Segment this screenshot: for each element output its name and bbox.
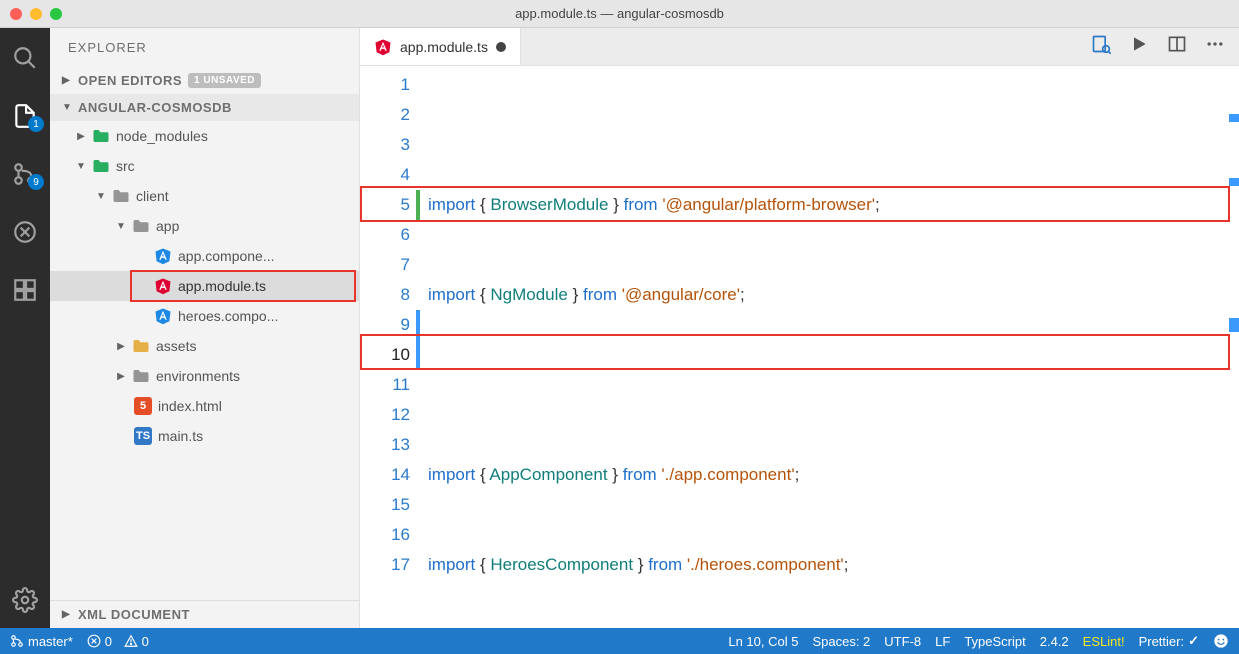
typescript-icon: TS [134,427,152,445]
warnings-count: 0 [142,634,149,649]
folder-icon [132,337,150,355]
tree-label: environments [156,368,240,384]
status-eol[interactable]: LF [935,634,950,649]
chevron-down-icon: ▼ [62,102,72,113]
scm-badge: 9 [28,174,44,190]
chevron-right-icon: ▶ [116,371,126,382]
folder-icon [132,217,150,235]
tree-node-modules[interactable]: ▶ node_modules [50,121,359,151]
more-actions-icon[interactable] [1205,34,1225,59]
tree-label: heroes.compo... [178,308,278,324]
chevron-down-icon: ▼ [116,221,126,232]
activity-bar: 1 9 [0,28,50,628]
status-branch[interactable]: master* [10,634,73,649]
check-icon: ✓ [1188,633,1199,649]
tree-heroes-component[interactable]: heroes.compo... [50,301,359,331]
project-label: ANGULAR-COSMOSDB [78,100,232,115]
tree-label: src [116,158,135,174]
angular-icon [154,307,172,325]
tree-label: assets [156,338,196,354]
editor-area: app.module.ts 1234 5678 9101112 13141516… [360,28,1239,628]
status-ts-version[interactable]: 2.4.2 [1040,634,1069,649]
chevron-right-icon: ▶ [116,341,126,352]
tree-app-component[interactable]: app.compone... [50,241,359,271]
angular-icon [154,247,172,265]
activity-settings[interactable] [0,580,50,620]
tree-label: main.ts [158,428,203,444]
status-encoding[interactable]: UTF-8 [884,634,921,649]
activity-scm[interactable]: 9 [0,154,50,194]
dirty-indicator-icon [496,42,506,52]
errors-count: 0 [105,634,112,649]
activity-debug[interactable] [0,212,50,252]
chevron-right-icon: ▶ [62,75,72,86]
code-content[interactable]: import { BrowserModule } from '@angular/… [420,66,1239,628]
tab-label: app.module.ts [400,39,488,55]
tree-label: index.html [158,398,222,414]
angular-icon [374,38,392,56]
run-icon[interactable] [1129,34,1149,59]
xml-doc-label: XML DOCUMENT [78,607,190,622]
code-editor[interactable]: 1234 5678 9101112 1314151617 import { Br… [360,66,1239,628]
tab-app-module[interactable]: app.module.ts [360,28,521,65]
folder-icon [112,187,130,205]
open-editors-section[interactable]: ▶ OPEN EDITORS 1 UNSAVED [50,67,359,94]
activity-search[interactable] [0,38,50,78]
status-eslint[interactable]: ESLint! [1083,634,1125,649]
html-icon: 5 [134,397,152,415]
tree-label: app.compone... [178,248,275,264]
explorer-sidebar: EXPLORER ▶ OPEN EDITORS 1 UNSAVED ▼ ANGU… [50,28,360,628]
tree-app-folder[interactable]: ▼ app [50,211,359,241]
chevron-down-icon: ▼ [96,191,106,202]
tree-index-html[interactable]: 5 index.html [50,391,359,421]
unsaved-badge: 1 UNSAVED [188,73,261,88]
tree-assets[interactable]: ▶ assets [50,331,359,361]
status-problems[interactable]: 0 0 [87,634,149,649]
tree-label: app [156,218,179,234]
xml-document-section[interactable]: ▶ XML DOCUMENT [50,600,359,628]
tree-label: node_modules [116,128,208,144]
sidebar-title: EXPLORER [50,28,359,67]
folder-icon [92,127,110,145]
diff-modified-marker [416,310,420,370]
status-language[interactable]: TypeScript [964,634,1025,649]
status-feedback[interactable] [1213,633,1229,649]
diff-added-marker [416,190,420,220]
folder-icon [92,157,110,175]
activity-extensions[interactable] [0,270,50,310]
overview-ruler[interactable] [1225,66,1239,628]
chevron-right-icon: ▶ [62,609,72,620]
titlebar: app.module.ts — angular-cosmosdb [0,0,1239,28]
line-gutter: 1234 5678 9101112 1314151617 [360,66,420,628]
find-in-file-icon[interactable] [1091,34,1111,59]
ruler-mark [1229,178,1239,186]
tree-label: client [136,188,169,204]
split-editor-icon[interactable] [1167,34,1187,59]
tree-client[interactable]: ▼ client [50,181,359,211]
angular-icon [154,277,172,295]
tree-app-module[interactable]: app.module.ts [50,271,359,301]
ruler-mark [1229,114,1239,122]
tree-environments[interactable]: ▶ environments [50,361,359,391]
status-prettier[interactable]: Prettier: ✓ [1139,633,1199,649]
ruler-mark [1229,318,1239,332]
chevron-down-icon: ▼ [76,161,86,172]
file-tree: ▶ node_modules ▼ src ▼ client ▼ [50,121,359,600]
highlight-box-line10 [360,334,1230,370]
project-section[interactable]: ▼ ANGULAR-COSMOSDB [50,94,359,121]
tree-main-ts[interactable]: TS main.ts [50,421,359,451]
explorer-badge: 1 [28,116,44,132]
tree-src[interactable]: ▼ src [50,151,359,181]
open-editors-label: OPEN EDITORS [78,73,182,88]
folder-icon [132,367,150,385]
branch-label: master* [28,634,73,649]
tab-bar: app.module.ts [360,28,1239,66]
status-spaces[interactable]: Spaces: 2 [812,634,870,649]
chevron-right-icon: ▶ [76,131,86,142]
activity-explorer[interactable]: 1 [0,96,50,136]
status-lncol[interactable]: Ln 10, Col 5 [728,634,798,649]
tree-label: app.module.ts [178,278,266,294]
window-title: app.module.ts — angular-cosmosdb [0,6,1239,21]
status-bar: master* 0 0 Ln 10, Col 5 Spaces: 2 UTF-8… [0,628,1239,654]
